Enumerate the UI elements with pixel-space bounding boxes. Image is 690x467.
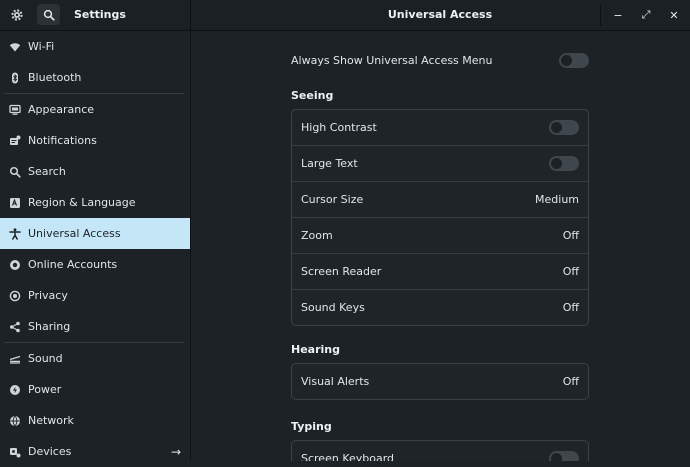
search-icon [7,164,23,180]
sidebar-item-privacy[interactable]: Privacy [0,280,190,311]
always-show-menu-toggle[interactable] [559,52,589,68]
main-panel: Always Show Universal Access Menu Seeing… [191,31,690,461]
toggle-knob [561,54,572,66]
close-button[interactable]: ✕ [664,5,684,25]
section-title-typing: Typing [291,420,332,433]
header-bar: Settings Universal Access − ⤢ ✕ [0,0,690,31]
sidebar-item-label: Power [28,383,62,396]
visual-alerts-row[interactable]: Visual Alerts Off [292,364,588,399]
sidebar-item-bluetooth[interactable]: Bluetooth [0,62,190,93]
toggle-knob [551,453,562,461]
sidebar-item-universal-access[interactable]: Universal Access [0,218,190,249]
row-label: Zoom [301,229,333,242]
close-icon: ✕ [669,8,679,22]
sidebar-item-label: Sound [28,352,63,365]
sharing-icon [7,319,23,335]
hearing-card: Visual Alerts Off [291,363,589,400]
maximize-button[interactable]: ⤢ [636,5,656,25]
sidebar-item-label: Devices [28,445,72,458]
sidebar-item-online-accounts[interactable]: Online Accounts [0,249,190,280]
sidebar-header: Settings [0,0,191,30]
row-label: High Contrast [301,121,377,134]
sidebar-item-label: Universal Access [28,227,121,240]
sidebar-item-label: Online Accounts [28,258,118,271]
sidebar-item-label: Region & Language [28,196,136,209]
region-icon [7,195,23,211]
sidebar-item-devices[interactable]: Devices → [0,436,190,467]
row-label: Screen Reader [301,265,382,278]
sound-keys-row[interactable]: Sound Keys Off [292,290,588,325]
arrow-right-icon: → [170,445,181,459]
screen-keyboard-row[interactable]: Screen Keyboard [292,441,588,461]
sidebar-item-network[interactable]: Network [0,405,190,436]
devices-icon [7,444,23,460]
always-show-menu-row[interactable]: Always Show Universal Access Menu [291,49,589,71]
power-icon [7,382,23,398]
sidebar-item-label: Bluetooth [28,71,82,84]
app-title: Settings [74,8,126,21]
high-contrast-row[interactable]: High Contrast [292,110,588,146]
sidebar-item-search[interactable]: Search [0,156,190,187]
wifi-icon [7,39,23,55]
zoom-row[interactable]: Zoom Off [292,218,588,254]
bluetooth-icon [7,70,23,86]
screen-keyboard-toggle[interactable] [549,451,579,461]
online-accounts-icon [7,257,23,273]
seeing-card: High Contrast Large Text Cursor Size Med… [291,109,589,326]
sidebar-item-sound[interactable]: Sound [0,343,190,374]
visual-alerts-value: Off [562,375,579,388]
sidebar-item-region-language[interactable]: Region & Language [0,187,190,218]
gear-icon [8,6,26,24]
search-icon [43,9,55,21]
cursor-size-row[interactable]: Cursor Size Medium [292,182,588,218]
sidebar-item-label: Sharing [28,320,71,333]
row-label: Sound Keys [301,301,365,314]
minimize-button[interactable]: − [608,5,628,25]
search-button[interactable] [37,4,60,25]
sidebar-item-label: Search [28,165,66,178]
header-separator [600,4,601,26]
sound-keys-value: Off [562,301,579,314]
minimize-icon: − [613,8,623,22]
cursor-size-value: Medium [535,193,579,206]
privacy-icon [7,288,23,304]
zoom-value: Off [562,229,579,242]
sidebar-item-label: Appearance [28,103,95,116]
toggle-knob [551,122,562,133]
always-show-menu-label: Always Show Universal Access Menu [291,53,493,67]
toggle-knob [551,158,562,169]
notifications-icon [7,133,23,149]
sidebar-item-label: Network [28,414,74,427]
sidebar-item-label: Wi-Fi [28,40,55,53]
sidebar-item-wifi[interactable]: Wi-Fi [0,31,190,62]
sidebar-item-power[interactable]: Power [0,374,190,405]
high-contrast-toggle[interactable] [549,120,579,135]
appearance-icon [7,102,23,118]
sidebar: Wi-Fi Bluetooth Appearance Notifications… [0,31,191,461]
sidebar-item-sharing[interactable]: Sharing [0,311,190,342]
row-label: Screen Keyboard [301,452,395,461]
screen-reader-row[interactable]: Screen Reader Off [292,254,588,290]
sidebar-item-notifications[interactable]: Notifications [0,125,190,156]
large-text-toggle[interactable] [549,156,579,171]
row-label: Large Text [301,157,358,170]
section-title-hearing: Hearing [291,343,340,356]
sidebar-item-appearance[interactable]: Appearance [0,94,190,125]
sidebar-item-label: Notifications [28,134,97,147]
network-icon [7,413,23,429]
section-title-seeing: Seeing [291,89,334,102]
large-text-row[interactable]: Large Text [292,146,588,182]
maximize-icon: ⤢ [641,8,651,21]
row-label: Visual Alerts [301,375,370,388]
sidebar-item-label: Privacy [28,289,68,302]
accessibility-icon [7,226,23,242]
sound-icon [7,351,23,367]
typing-card: Screen Keyboard [291,440,589,461]
row-label: Cursor Size [301,193,364,206]
screen-reader-value: Off [562,265,579,278]
